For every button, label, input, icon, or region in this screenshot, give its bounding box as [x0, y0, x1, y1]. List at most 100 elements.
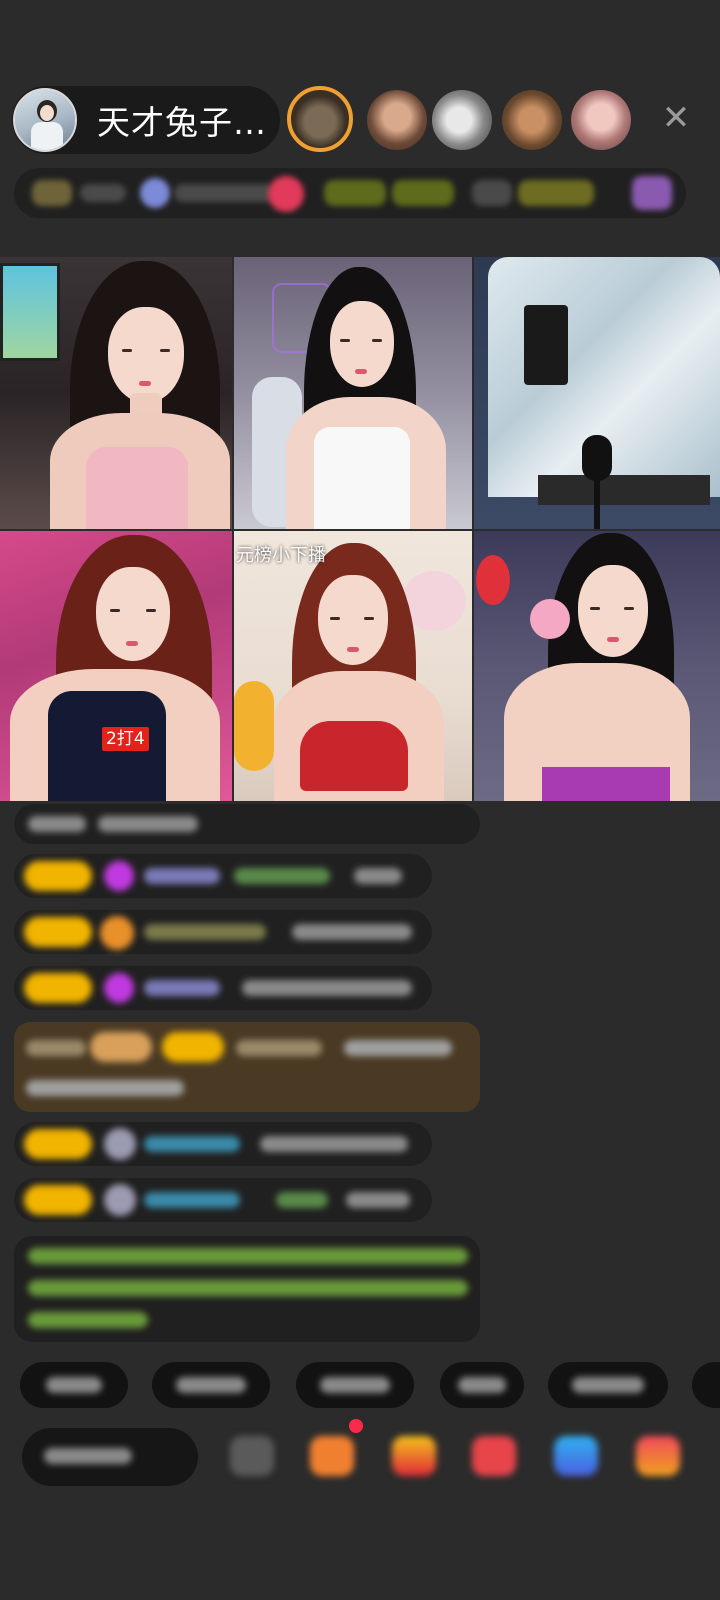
chip-text — [458, 1377, 506, 1393]
fan-badge-icon — [100, 916, 134, 950]
eye — [160, 349, 170, 352]
chat-message-highlighted[interactable] — [14, 1022, 480, 1112]
chat-message[interactable] — [14, 804, 480, 844]
tv-screen — [0, 263, 60, 361]
video-tile-5[interactable]: 元榜小下播 — [234, 531, 472, 801]
lips — [607, 637, 619, 642]
chat-message[interactable] — [14, 1122, 432, 1166]
chat-text — [242, 980, 412, 996]
video-tile-1[interactable] — [0, 257, 232, 529]
chat-text — [346, 1192, 410, 1208]
notice-text — [28, 1248, 468, 1264]
red-lace-top — [300, 721, 408, 791]
host-avatar[interactable] — [13, 88, 77, 152]
viewer-avatar-4[interactable] — [502, 90, 562, 150]
chat-username — [144, 1192, 240, 1208]
purple-top — [542, 767, 670, 801]
chat-message[interactable] — [14, 966, 432, 1010]
lips — [126, 641, 138, 646]
tag-chip — [472, 180, 512, 206]
pink-top — [86, 447, 188, 529]
share-icon[interactable] — [554, 1436, 598, 1476]
quick-reply-chip[interactable] — [692, 1362, 720, 1408]
viewer-avatar-3[interactable] — [432, 90, 492, 150]
notification-dot — [349, 1419, 363, 1433]
eye — [340, 339, 350, 342]
chat-text — [292, 924, 412, 940]
level-badge — [24, 917, 92, 947]
quick-reply-chip[interactable] — [440, 1362, 524, 1408]
chat-target — [276, 1192, 328, 1208]
level-badge — [24, 973, 92, 1003]
white-top — [314, 427, 410, 529]
tile-caption: 元榜小下播 — [236, 545, 326, 566]
avatar-badge-icon — [104, 1128, 136, 1160]
quick-reply-chip[interactable] — [548, 1362, 668, 1408]
phone-device — [524, 305, 568, 385]
notice-text — [28, 1312, 148, 1328]
avatar-figure-face — [40, 105, 54, 121]
level-badge — [24, 1129, 92, 1159]
face — [96, 567, 170, 661]
input-placeholder — [44, 1448, 132, 1464]
eye — [146, 609, 156, 612]
lips — [139, 381, 151, 386]
gem-icon — [104, 861, 134, 891]
viewer-avatar-1[interactable] — [287, 86, 353, 152]
pk-score-badge: 2打4 — [102, 727, 149, 751]
face — [578, 565, 648, 657]
chat-username — [144, 868, 220, 884]
video-grid: 2打4 元榜小下播 — [0, 257, 720, 801]
host-info-pill[interactable]: 天才兔子… — [12, 86, 280, 154]
avatar-figure-body — [31, 122, 63, 150]
chat-text — [260, 1136, 408, 1152]
chip-text — [572, 1377, 644, 1393]
chat-username — [144, 924, 266, 940]
emoji-icon[interactable] — [230, 1436, 274, 1476]
tag-icon — [140, 178, 170, 208]
gem-icon — [104, 973, 134, 1003]
gift-box-icon[interactable] — [310, 1436, 354, 1476]
duck-plush — [234, 681, 274, 771]
mic-stand — [594, 477, 600, 529]
video-tile-4[interactable]: 2打4 — [0, 531, 232, 801]
video-tile-2[interactable] — [234, 257, 472, 529]
balloon — [476, 555, 510, 605]
viewer-avatar-2[interactable] — [367, 90, 427, 150]
chat-message[interactable] — [14, 1178, 432, 1222]
chat-message[interactable] — [14, 910, 432, 954]
microphone — [582, 435, 612, 481]
chat-username — [144, 1136, 240, 1152]
viewer-avatar-5[interactable] — [571, 90, 631, 150]
eye — [590, 607, 600, 610]
room-tags-strip[interactable] — [14, 168, 686, 218]
game-icon[interactable] — [472, 1436, 516, 1476]
chat-message[interactable] — [14, 854, 432, 898]
chat-text — [26, 1040, 86, 1056]
tag-chip — [518, 180, 594, 206]
video-tile-3[interactable] — [474, 257, 720, 529]
chat-input[interactable] — [22, 1428, 198, 1486]
quick-reply-chip[interactable] — [20, 1362, 128, 1408]
chat-text — [28, 816, 86, 832]
tag-chip — [392, 180, 454, 206]
chat-text — [344, 1040, 452, 1056]
quick-reply-chip[interactable] — [152, 1362, 270, 1408]
close-icon[interactable]: ✕ — [658, 100, 694, 136]
host-name: 天才兔子… — [97, 103, 267, 142]
lips — [347, 647, 359, 652]
eye — [364, 617, 374, 620]
tag-chip — [174, 184, 274, 202]
red-packet-icon[interactable] — [392, 1436, 436, 1476]
eye — [330, 617, 340, 620]
chat-text — [26, 1080, 184, 1096]
video-tile-6[interactable] — [474, 531, 720, 801]
avatar-badge-icon — [104, 1184, 136, 1216]
chip-text — [320, 1377, 390, 1393]
eye — [110, 609, 120, 612]
gift-icon[interactable] — [636, 1436, 680, 1476]
quick-reply-chip[interactable] — [296, 1362, 414, 1408]
chip-text — [176, 1377, 246, 1393]
eye — [122, 349, 132, 352]
tag-chip — [324, 180, 386, 206]
